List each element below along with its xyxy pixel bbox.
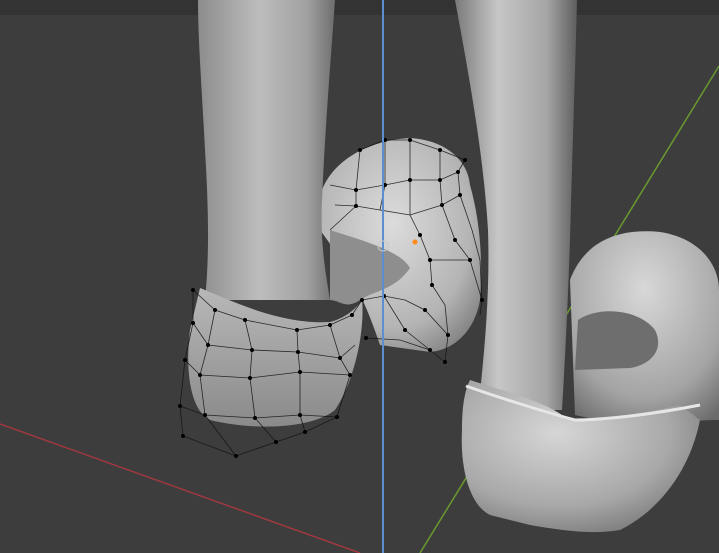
left-leg <box>198 0 335 300</box>
x-axis-line <box>0 423 361 553</box>
3d-viewport[interactable] <box>0 0 719 553</box>
selected-vertex[interactable] <box>412 239 418 245</box>
viewport-scene[interactable] <box>0 0 719 553</box>
